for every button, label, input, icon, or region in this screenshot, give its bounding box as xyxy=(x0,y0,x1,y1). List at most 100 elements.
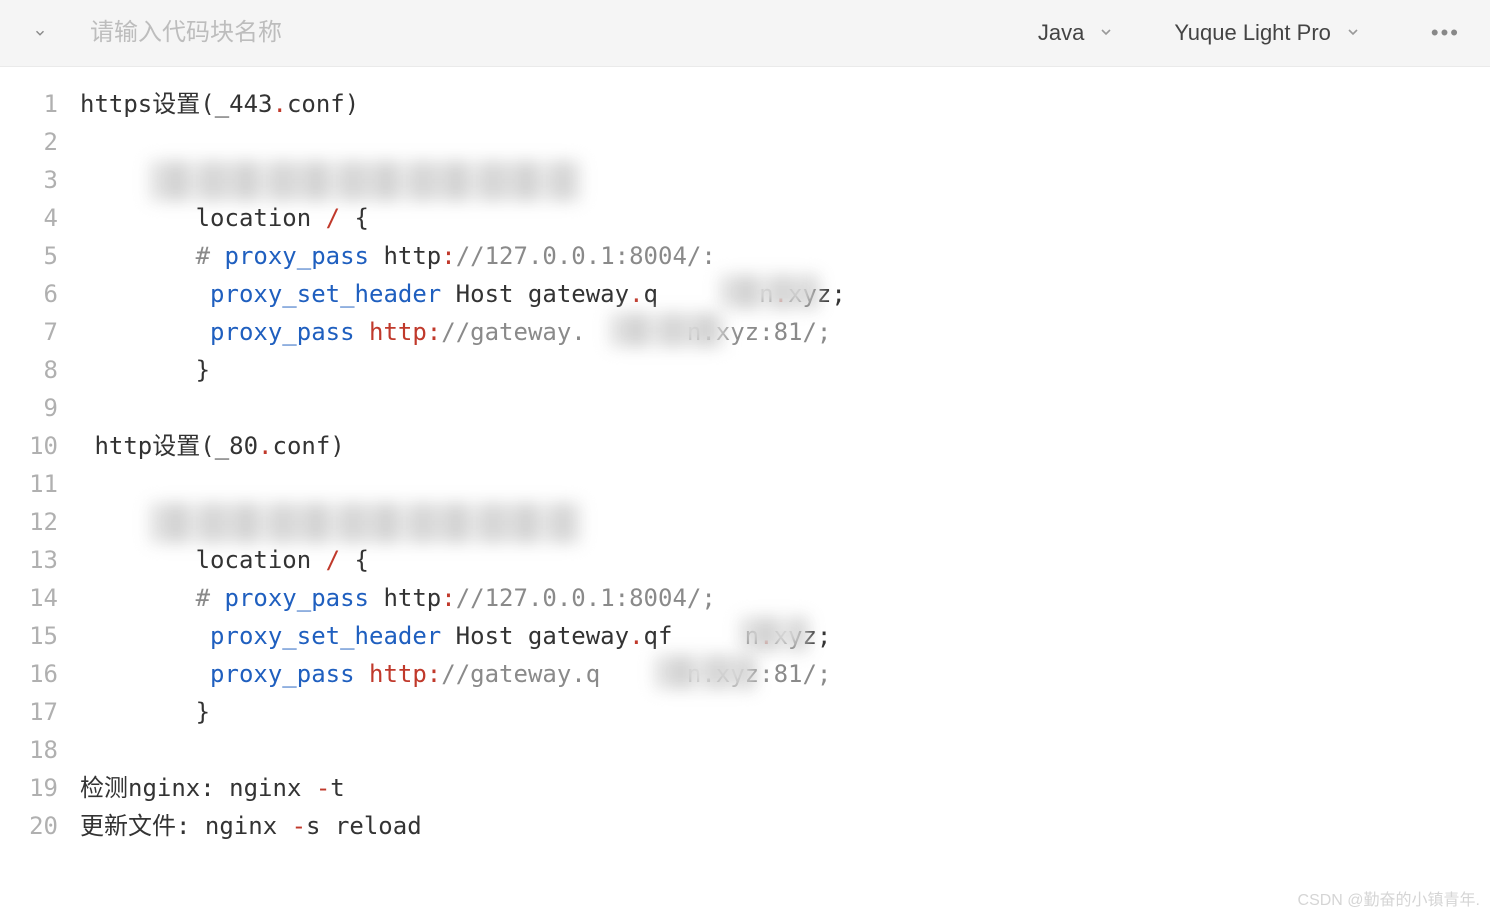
line-number: 17 xyxy=(0,693,58,731)
line-number: 18 xyxy=(0,731,58,769)
redacted-region xyxy=(740,617,808,651)
line-number: 5 xyxy=(0,237,58,275)
code-token xyxy=(80,584,196,612)
ellipsis-icon: ••• xyxy=(1431,20,1460,45)
code-token: proxy_set_header xyxy=(210,280,441,308)
line-number: 10 xyxy=(0,427,58,465)
code-token: proxy_pass xyxy=(210,660,355,688)
code-token: : xyxy=(427,660,441,688)
line-number: 9 xyxy=(0,389,58,427)
code-block-name-input[interactable] xyxy=(60,19,1038,47)
language-label: Java xyxy=(1038,20,1084,46)
theme-selector[interactable]: Yuque Light Pro xyxy=(1174,20,1361,46)
watermark: CSDN @勤奋的小镇青年. xyxy=(1298,886,1480,910)
code-line[interactable]: location / { xyxy=(80,541,1490,579)
redacted-region xyxy=(720,275,818,309)
code-token: //127.0.0.1:8004/: xyxy=(456,242,716,270)
code-token: conf) xyxy=(273,432,345,460)
code-token xyxy=(80,318,210,346)
code-token: location xyxy=(80,204,326,232)
code-token: # xyxy=(196,584,225,612)
code-line[interactable]: # proxy_pass http://127.0.0.1:8004/: xyxy=(80,237,1490,275)
code-line[interactable] xyxy=(80,161,1490,199)
code-editor[interactable]: 1234567891011121314151617181920 https设置(… xyxy=(0,67,1490,845)
code-token: proxy_set_header xyxy=(210,622,441,650)
line-number: 19 xyxy=(0,769,58,807)
code-token xyxy=(80,622,210,650)
code-line[interactable] xyxy=(80,503,1490,541)
code-token: } xyxy=(80,698,210,726)
code-token: . xyxy=(258,432,272,460)
code-token: 更新文件: nginx xyxy=(80,812,292,840)
line-number-gutter: 1234567891011121314151617181920 xyxy=(0,85,80,845)
code-token: Host gateway xyxy=(441,280,629,308)
line-number: 7 xyxy=(0,313,58,351)
code-token: t xyxy=(330,774,344,802)
code-token: location xyxy=(80,546,326,574)
code-line[interactable] xyxy=(80,123,1490,161)
code-area[interactable]: https设置(_443.conf) location / { # proxy_… xyxy=(80,85,1490,845)
code-token: s reload xyxy=(306,812,422,840)
toolbar: Java Yuque Light Pro ••• xyxy=(0,0,1490,67)
code-line[interactable]: proxy_pass http://gateway.q n.xyz:81/; xyxy=(80,655,1490,693)
chevron-down-icon xyxy=(1345,20,1361,46)
code-token: : xyxy=(427,318,441,346)
code-token: http xyxy=(369,242,441,270)
code-token: / xyxy=(326,546,340,574)
code-line[interactable]: 检测nginx: nginx -t xyxy=(80,769,1490,807)
redacted-region xyxy=(610,313,725,347)
code-line[interactable]: } xyxy=(80,693,1490,731)
redacted-region xyxy=(150,161,580,201)
code-line[interactable] xyxy=(80,465,1490,503)
code-line[interactable]: http设置(_80.conf) xyxy=(80,427,1490,465)
more-menu[interactable]: ••• xyxy=(1421,20,1470,46)
code-token: //gateway.q n.xyz:81/; xyxy=(441,660,831,688)
code-line[interactable]: # proxy_pass http://127.0.0.1:8004/; xyxy=(80,579,1490,617)
line-number: 8 xyxy=(0,351,58,389)
code-token: : xyxy=(441,242,455,270)
chevron-down-icon xyxy=(33,26,47,40)
code-token: http xyxy=(369,660,427,688)
code-token: : xyxy=(441,584,455,612)
code-token: Host gateway xyxy=(441,622,629,650)
line-number: 15 xyxy=(0,617,58,655)
code-token: http xyxy=(369,584,441,612)
code-line[interactable]: } xyxy=(80,351,1490,389)
line-number: 2 xyxy=(0,123,58,161)
line-number: 3 xyxy=(0,161,58,199)
code-token: http设置 xyxy=(80,432,200,460)
code-token: { xyxy=(340,204,369,232)
code-line[interactable]: proxy_set_header Host gateway.q n.xyz; xyxy=(80,275,1490,313)
line-number: 1 xyxy=(0,85,58,123)
code-token xyxy=(80,660,210,688)
redacted-region xyxy=(655,655,755,689)
code-token: http xyxy=(369,318,427,346)
line-number: 14 xyxy=(0,579,58,617)
line-number: 12 xyxy=(0,503,58,541)
line-number: 13 xyxy=(0,541,58,579)
code-line[interactable]: https设置(_443.conf) xyxy=(80,85,1490,123)
code-token: proxy_pass xyxy=(225,584,370,612)
code-token: //127.0.0.1:8004/; xyxy=(456,584,716,612)
code-token: (_80 xyxy=(200,432,258,460)
code-token: (_443 xyxy=(200,90,272,118)
code-token: - xyxy=(316,774,330,802)
language-selector[interactable]: Java xyxy=(1038,20,1114,46)
code-line[interactable]: proxy_set_header Host gateway.qf n.xyz; xyxy=(80,617,1490,655)
code-line[interactable]: 更新文件: nginx -s reload xyxy=(80,807,1490,845)
code-token: - xyxy=(292,812,306,840)
code-token: . xyxy=(629,622,643,650)
line-number: 11 xyxy=(0,465,58,503)
code-line[interactable]: proxy_pass http://gateway. n.xyz:81/; xyxy=(80,313,1490,351)
code-line[interactable]: location / { xyxy=(80,199,1490,237)
code-line[interactable] xyxy=(80,731,1490,769)
code-token: / xyxy=(326,204,340,232)
line-number: 16 xyxy=(0,655,58,693)
code-token: proxy_pass xyxy=(225,242,370,270)
collapse-toggle[interactable] xyxy=(20,26,60,40)
redacted-region xyxy=(150,503,580,543)
code-line[interactable] xyxy=(80,389,1490,427)
code-token: conf) xyxy=(287,90,359,118)
code-token: { xyxy=(340,546,369,574)
code-token xyxy=(355,318,369,346)
